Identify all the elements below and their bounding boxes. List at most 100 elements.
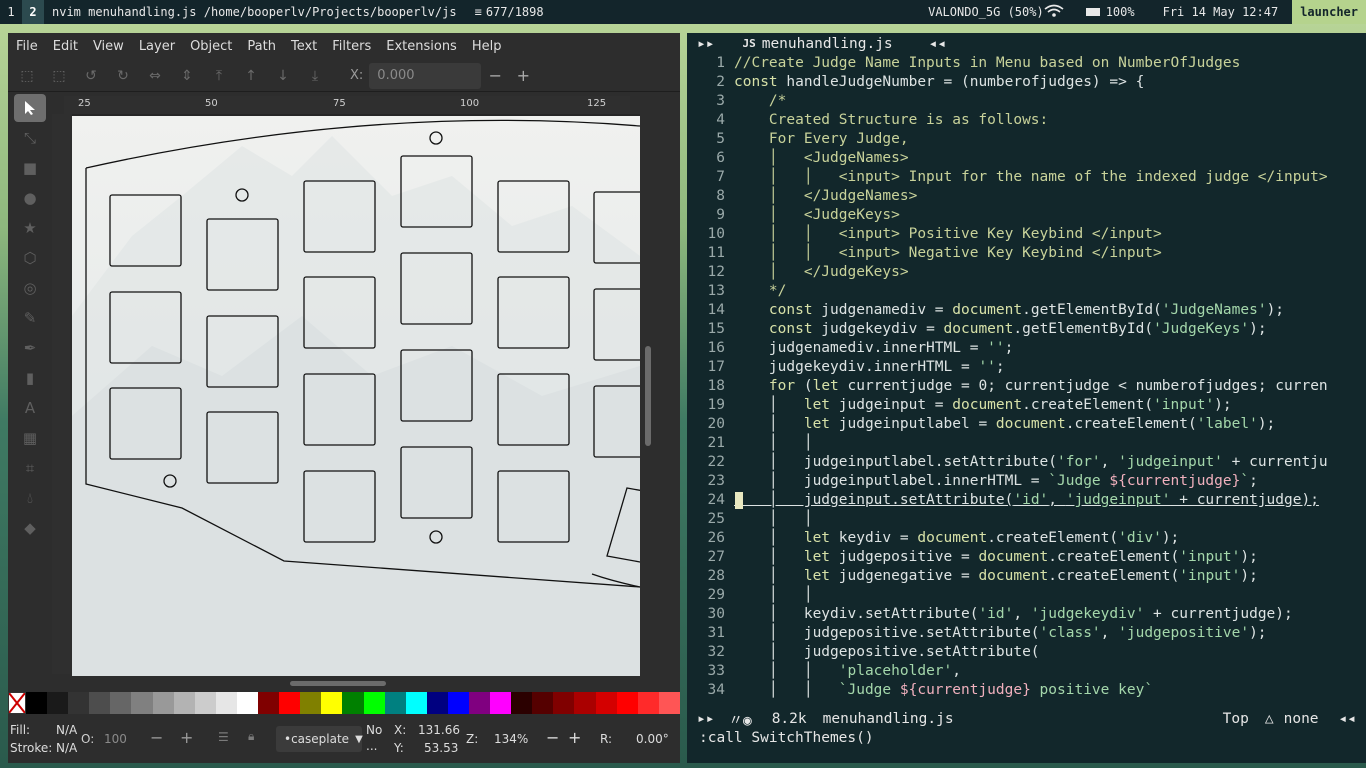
code-line[interactable]: 7 │ │ <input> Input for the name of the …: [687, 168, 1366, 187]
color-swatch[interactable]: [152, 692, 174, 714]
code-line[interactable]: 12 │ </JudgeKeys>: [687, 263, 1366, 282]
code-line[interactable]: 10 │ │ <input> Positive Key Keybind </in…: [687, 225, 1366, 244]
color-swatch[interactable]: [89, 692, 111, 714]
color-swatch[interactable]: [405, 692, 427, 714]
code-line[interactable]: 8 │ </JudgeNames>: [687, 187, 1366, 206]
color-swatch[interactable]: [215, 692, 237, 714]
pencil-tool-icon[interactable]: ✎: [14, 304, 46, 332]
menu-path[interactable]: Path: [247, 39, 276, 54]
menu-layer[interactable]: Layer: [139, 39, 175, 54]
code-line[interactable]: 3 /*: [687, 92, 1366, 111]
color-swatch[interactable]: [258, 692, 280, 714]
rect-tool-icon[interactable]: ■: [14, 154, 46, 182]
vertical-scrollbar[interactable]: [645, 346, 651, 446]
gradient-tool-icon[interactable]: ▦: [14, 424, 46, 452]
color-swatch[interactable]: [47, 692, 69, 714]
workspace-2[interactable]: 2: [22, 0, 44, 24]
no-color-swatch[interactable]: [8, 692, 26, 714]
launcher-button[interactable]: launcher: [1292, 0, 1366, 24]
color-swatch[interactable]: [637, 692, 659, 714]
selector-tool-icon[interactable]: [14, 94, 46, 122]
lower-to-bottom-icon[interactable]: ⤓: [306, 67, 324, 85]
code-line[interactable]: 6 │ <JudgeNames>: [687, 149, 1366, 168]
color-swatch[interactable]: [236, 692, 259, 714]
color-swatch[interactable]: [363, 692, 385, 714]
color-swatch[interactable]: [447, 692, 469, 714]
raise-to-top-icon[interactable]: ⤒: [210, 67, 228, 85]
color-swatch[interactable]: [553, 692, 575, 714]
paintbucket-tool-icon[interactable]: ◆: [14, 514, 46, 542]
code-line[interactable]: 5 For Every Judge,: [687, 130, 1366, 149]
nvim-command-line[interactable]: :call SwitchThemes(): [687, 728, 1366, 748]
menu-help[interactable]: Help: [472, 39, 502, 54]
code-line[interactable]: 4 Created Structure is as follows:: [687, 111, 1366, 130]
calligraphy-tool-icon[interactable]: ▮: [14, 364, 46, 392]
code-line[interactable]: 20 │ let judgeinputlabel = document.crea…: [687, 415, 1366, 434]
mesh-tool-icon[interactable]: ⌗: [14, 454, 46, 482]
color-swatch[interactable]: [574, 692, 596, 714]
color-swatch[interactable]: [300, 692, 322, 714]
color-swatch[interactable]: [194, 692, 216, 714]
text-tool-icon[interactable]: A: [14, 394, 46, 422]
code-line[interactable]: 27 │ let judgepositive = document.create…: [687, 548, 1366, 567]
node-tool-icon[interactable]: ⤡: [14, 124, 46, 152]
code-line[interactable]: 18 for (let currentjudge = 0; currentjud…: [687, 377, 1366, 396]
color-swatch[interactable]: [110, 692, 132, 714]
code-line[interactable]: 30 │ keydiv.setAttribute('id', 'judgekey…: [687, 605, 1366, 624]
color-swatch[interactable]: [616, 692, 638, 714]
flip-horizontal-icon[interactable]: ⇔: [146, 67, 164, 85]
code-line[interactable]: 13 */: [687, 282, 1366, 301]
color-swatch[interactable]: [384, 692, 406, 714]
rotate-ccw-icon[interactable]: ↺: [82, 67, 100, 85]
workspace-1[interactable]: 1: [0, 0, 22, 24]
lower-icon[interactable]: ↓: [274, 67, 292, 85]
color-swatch[interactable]: [173, 692, 195, 714]
select-all-icon[interactable]: ⬚: [18, 67, 36, 85]
raise-icon[interactable]: ↑: [242, 67, 260, 85]
code-line[interactable]: 24 │ judgeinput.setAttribute('id', 'judg…: [687, 491, 1366, 510]
code-line[interactable]: 28 │ let judgenegative = document.create…: [687, 567, 1366, 586]
pen-tool-icon[interactable]: ✒: [14, 334, 46, 362]
zoom-out-button[interactable]: −: [546, 728, 559, 747]
color-swatch[interactable]: [279, 692, 301, 714]
code-line[interactable]: 19 │ let judgeinput = document.createEle…: [687, 396, 1366, 415]
color-swatch[interactable]: [321, 692, 343, 714]
opacity-increment-button[interactable]: +: [180, 728, 193, 747]
color-swatch[interactable]: [26, 692, 48, 714]
select-all-layers-icon[interactable]: ⬚: [50, 67, 68, 85]
color-swatch[interactable]: [426, 692, 448, 714]
color-swatch[interactable]: [532, 692, 554, 714]
opacity-decrement-button[interactable]: −: [150, 728, 163, 747]
code-line[interactable]: 33 │ │ 'placeholder',: [687, 662, 1366, 681]
code-line[interactable]: 25 │ │: [687, 510, 1366, 529]
code-line[interactable]: 2 const handleJudgeNumber = (numberofjudg…: [687, 73, 1366, 92]
x-decrement-button[interactable]: −: [481, 63, 509, 89]
code-line[interactable]: 32 │ judgepositive.setAttribute(: [687, 643, 1366, 662]
flip-vertical-icon[interactable]: ⇕: [178, 67, 196, 85]
menu-edit[interactable]: Edit: [53, 39, 78, 54]
code-line[interactable]: 14 const judgenamediv = document.getElem…: [687, 301, 1366, 320]
ellipse-tool-icon[interactable]: ●: [14, 184, 46, 212]
code-line[interactable]: 22 │ judgeinputlabel.setAttribute('for',…: [687, 453, 1366, 472]
color-swatch[interactable]: [511, 692, 533, 714]
color-swatch[interactable]: [595, 692, 617, 714]
terminal-window[interactable]: ▸▸ JS menuhandling.js ◂◂ 1 //Create Judge…: [687, 33, 1366, 763]
tab-filename[interactable]: menuhandling.js: [762, 36, 893, 52]
zoom-in-button[interactable]: +: [568, 728, 581, 747]
color-swatch[interactable]: [68, 692, 90, 714]
dropper-tool-icon[interactable]: 💧︎: [14, 484, 46, 512]
layers-icon[interactable]: ☰: [218, 730, 229, 744]
x-increment-button[interactable]: +: [509, 63, 537, 89]
code-line[interactable]: 23 │ judgeinputlabel.innerHTML = `Judge …: [687, 472, 1366, 491]
lock-icon[interactable]: 🔒︎: [248, 729, 254, 744]
menu-file[interactable]: File: [16, 39, 38, 54]
code-line[interactable]: 16 judgenamediv.innerHTML = '';: [687, 339, 1366, 358]
code-line[interactable]: 15 const judgekeydiv = document.getEleme…: [687, 320, 1366, 339]
caseplate-drawing[interactable]: [72, 116, 640, 676]
x-input[interactable]: 0.000: [369, 62, 482, 89]
layer-dropdown[interactable]: •caseplate ▼: [276, 726, 363, 752]
rotate-input[interactable]: 0.00°: [636, 732, 669, 746]
code-line[interactable]: 17 judgekeydiv.innerHTML = '';: [687, 358, 1366, 377]
code-line[interactable]: 21 │ │: [687, 434, 1366, 453]
menu-view[interactable]: View: [93, 39, 124, 54]
